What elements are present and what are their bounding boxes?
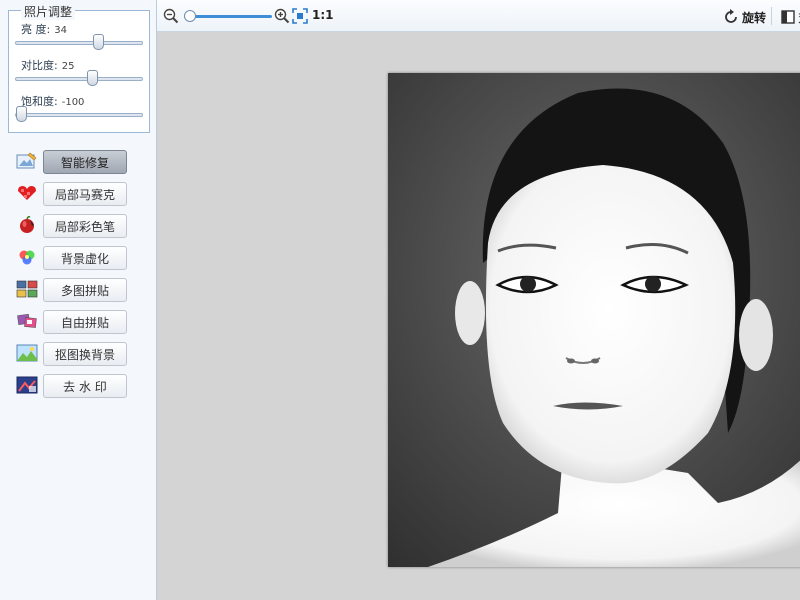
local-mosaic-button[interactable]: 局部马赛克 xyxy=(43,182,127,206)
saturation-slider[interactable] xyxy=(15,106,143,122)
top-toolbar: 1:1 旋转 对 xyxy=(157,0,800,32)
zoom-out-icon[interactable] xyxy=(163,8,179,24)
brightness-value: 34 xyxy=(54,25,67,36)
contrast-label: 对比度: 25 xyxy=(21,59,75,72)
local-color-pen-button[interactable]: 局部彩色笔 xyxy=(43,214,127,238)
compare-icon xyxy=(781,10,795,24)
tool-row-color-pen: 局部彩色笔 xyxy=(16,214,128,238)
contrast-value: 25 xyxy=(61,61,75,72)
cutout-background-button[interactable]: 抠图换背景 xyxy=(43,342,127,366)
mosaic-heart-icon xyxy=(18,186,36,200)
brightness-slider[interactable] xyxy=(15,34,143,50)
brightness-label: 亮 度: 34 xyxy=(21,23,67,36)
tool-row-remove-watermark: 去 水 印 xyxy=(16,374,128,398)
contrast-row: 对比度: 25 xyxy=(9,57,149,91)
contrast-slider-thumb[interactable] xyxy=(87,70,98,86)
rotate-icon xyxy=(725,9,737,23)
remove-watermark-icon xyxy=(16,376,38,394)
background-blur-button[interactable]: 背景虚化 xyxy=(43,246,127,270)
multi-collage-icon xyxy=(16,280,38,298)
tool-row-background-blur: 背景虚化 xyxy=(16,246,128,270)
remove-watermark-button[interactable]: 去 水 印 xyxy=(43,374,127,398)
saturation-value: -100 xyxy=(61,97,85,108)
actual-size-button[interactable]: 1:1 xyxy=(312,8,334,22)
saturation-slider-thumb[interactable] xyxy=(16,106,27,122)
toolbar-separator xyxy=(771,7,772,25)
tool-row-mosaic: 局部马赛克 xyxy=(16,182,128,206)
saturation-row: 饱和度: -100 xyxy=(9,93,149,127)
tool-row-smart-repair: 智能修复 xyxy=(16,150,128,174)
tool-row-cutout: 抠图换背景 xyxy=(16,342,128,366)
portrait-image xyxy=(388,73,800,567)
compare-button[interactable]: 对 xyxy=(781,8,800,26)
brightness-slider-thumb[interactable] xyxy=(93,34,104,50)
photo-adjust-title: 照片调整 xyxy=(21,3,76,20)
rotate-button[interactable]: 旋转 xyxy=(723,8,766,26)
brightness-row: 亮 度: 34 xyxy=(9,21,149,55)
rotate-label: 旋转 xyxy=(742,10,767,25)
smart-repair-button[interactable]: 智能修复 xyxy=(43,150,127,174)
color-pen-apple-icon xyxy=(20,216,34,233)
image-canvas xyxy=(157,32,800,600)
free-collage-button[interactable]: 自由拼贴 xyxy=(43,310,127,334)
contrast-slider[interactable] xyxy=(15,70,143,86)
cutout-background-icon xyxy=(16,344,38,362)
zoom-slider-thumb[interactable] xyxy=(184,10,196,22)
fit-window-icon[interactable] xyxy=(292,8,308,24)
zoom-in-icon[interactable] xyxy=(274,8,290,24)
tool-row-free-collage: 自由拼贴 xyxy=(16,310,128,334)
free-collage-icon xyxy=(17,313,37,328)
smart-repair-icon xyxy=(16,152,37,169)
left-panel: 照片调整 亮 度: 34 对比度: 25 饱和度: -100 智能修复 局部马赛… xyxy=(0,0,157,600)
photo-adjust-group: 照片调整 亮 度: 34 对比度: 25 饱和度: -100 xyxy=(8,3,150,133)
saturation-label: 饱和度: -100 xyxy=(21,95,85,108)
multi-collage-button[interactable]: 多图拼贴 xyxy=(43,278,127,302)
tool-row-multi-collage: 多图拼贴 xyxy=(16,278,128,302)
blur-color-dots-icon xyxy=(19,250,35,265)
zoom-slider[interactable] xyxy=(184,10,272,22)
photo-preview[interactable] xyxy=(388,73,800,567)
